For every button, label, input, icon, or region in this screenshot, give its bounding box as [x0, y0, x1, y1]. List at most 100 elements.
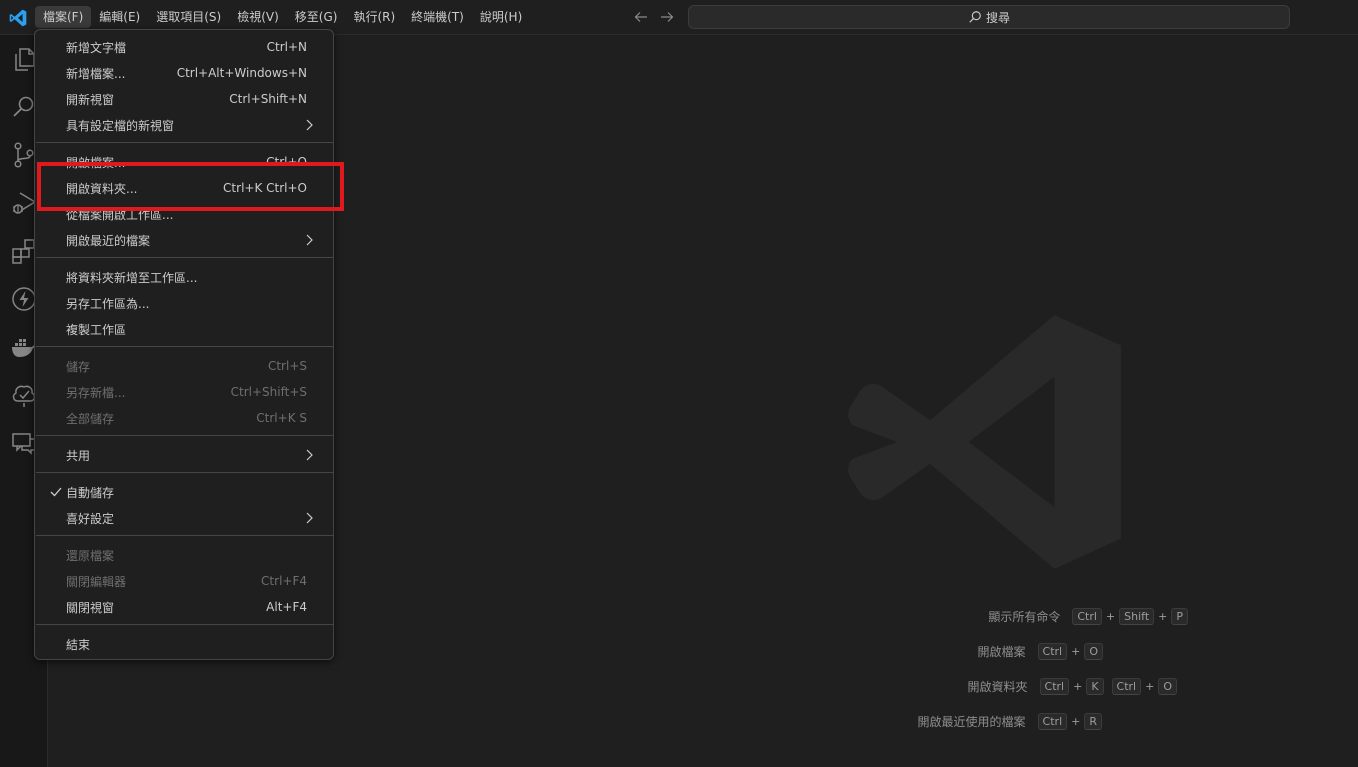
menu-separator	[36, 435, 333, 436]
menu-item-close-editor[interactable]: 關閉編輯器 Ctrl+F4	[39, 568, 329, 594]
vscode-watermark-icon	[848, 315, 1121, 569]
plus-sign: +	[1071, 644, 1081, 658]
menu-item-label: 自動儲存	[66, 485, 115, 500]
key: O	[1084, 642, 1103, 660]
menu-file[interactable]: 檔案(F)	[35, 6, 92, 28]
menu-item-label: 開啟最近的檔案	[66, 233, 151, 248]
shortcut-open-file: 開啟檔案 Ctrl + O	[978, 641, 1103, 661]
menu-item-label: 喜好設定	[66, 511, 115, 526]
menu-item-shortcut: Ctrl+F4	[261, 574, 307, 588]
menu-item-duplicate-workspace[interactable]: 複製工作區	[39, 316, 329, 342]
checkmark-icon	[50, 487, 62, 497]
menu-separator	[36, 346, 333, 347]
menu-separator	[36, 472, 333, 473]
plus-sign: +	[1073, 679, 1083, 693]
menu-item-revert-file[interactable]: 還原檔案	[39, 542, 329, 568]
menu-item-shortcut: Ctrl+K S	[256, 411, 307, 425]
menu-item-label: 關閉編輯器	[66, 574, 127, 589]
menu-item-preferences[interactable]: 喜好設定	[39, 505, 329, 531]
key: P	[1171, 607, 1188, 625]
search-icon	[969, 11, 981, 23]
menu-item-save-as[interactable]: 另存新檔... Ctrl+Shift+S	[39, 379, 329, 405]
plus-sign: +	[1071, 714, 1081, 728]
key: K	[1086, 677, 1104, 695]
menu-separator	[36, 624, 333, 625]
key: Shift	[1119, 607, 1155, 625]
menu-separator	[36, 142, 333, 143]
shortcut-label: 開啟資料夾	[967, 679, 1028, 694]
menu-separator	[36, 535, 333, 536]
menu-item-label: 儲存	[66, 359, 91, 374]
menu-separator	[36, 257, 333, 258]
menu-item-label: 新增文字檔	[66, 40, 127, 55]
key: Ctrl	[1111, 677, 1142, 695]
shortcut-show-commands: 顯示所有命令 Ctrl + Shift + P	[988, 606, 1188, 626]
file-menu-dropdown: 新增文字檔 Ctrl+N 新增檔案... Ctrl+Alt+Windows+N …	[34, 29, 334, 660]
menu-go[interactable]: 移至(G)	[287, 6, 346, 28]
shortcut-label: 開啟檔案	[977, 644, 1026, 659]
menu-run[interactable]: 執行(R)	[345, 6, 403, 28]
menu-item-shortcut: Ctrl+Shift+S	[230, 385, 307, 399]
menu-item-new-window-with-profile[interactable]: 具有設定檔的新視窗	[39, 112, 329, 138]
forward-arrow-icon[interactable]	[658, 8, 676, 26]
menu-item-shortcut: Alt+F4	[266, 600, 307, 614]
menu-item-label: 全部儲存	[66, 411, 115, 426]
menu-item-label: 共用	[66, 448, 91, 463]
shortcut-label: 開啟最近使用的檔案	[917, 714, 1026, 729]
key: Ctrl	[1037, 642, 1068, 660]
menu-item-new-text-file[interactable]: 新增文字檔 Ctrl+N	[39, 34, 329, 60]
menu-item-shortcut: Ctrl+Alt+Windows+N	[176, 66, 307, 80]
menu-terminal[interactable]: 終端機(T)	[403, 6, 472, 28]
key: R	[1084, 712, 1102, 730]
key: Ctrl	[1072, 607, 1102, 625]
menu-item-label: 還原檔案	[66, 548, 115, 563]
menu-item-shortcut: Ctrl+Shift+N	[229, 92, 307, 106]
shortcut-open-recent: 開啟最近使用的檔案 Ctrl + R	[918, 711, 1102, 731]
menu-item-label: 新增檔案...	[66, 66, 126, 81]
menu-item-share[interactable]: 共用	[39, 442, 329, 468]
menu-item-close-window[interactable]: 關閉視窗 Alt+F4	[39, 594, 329, 620]
search-label: 搜尋	[985, 10, 1010, 25]
key: Ctrl	[1037, 712, 1068, 730]
menu-item-label: 將資料夾新增至工作區...	[66, 270, 198, 285]
chevron-right-icon	[306, 512, 313, 524]
menu-item-save-workspace-as[interactable]: 另存工作區為...	[39, 290, 329, 316]
menu-item-shortcut: Ctrl+N	[266, 40, 307, 54]
plus-sign: +	[1145, 679, 1155, 693]
menu-edit[interactable]: 編輯(E)	[91, 6, 148, 28]
vscode-logo-icon[interactable]	[8, 8, 28, 28]
menu-item-label: 另存工作區為...	[66, 296, 150, 311]
menu-item-label: 開新視窗	[66, 92, 115, 107]
menu-item-label: 另存新檔...	[66, 385, 126, 400]
menu-help[interactable]: 說明(H)	[472, 6, 530, 28]
menu-item-new-file[interactable]: 新增檔案... Ctrl+Alt+Windows+N	[39, 60, 329, 86]
navigation-arrows	[632, 8, 676, 26]
highlight-box	[37, 162, 344, 211]
shortcut-label: 顯示所有命令	[988, 609, 1061, 624]
chevron-right-icon	[306, 234, 313, 246]
command-center-search[interactable]: 搜尋	[688, 5, 1290, 29]
menu-item-save-all[interactable]: 全部儲存 Ctrl+K S	[39, 405, 329, 431]
menu-item-new-window[interactable]: 開新視窗 Ctrl+Shift+N	[39, 86, 329, 112]
menu-item-label: 複製工作區	[66, 322, 127, 337]
chevron-right-icon	[306, 119, 313, 131]
menu-item-label: 具有設定檔的新視窗	[66, 118, 175, 133]
plus-sign: +	[1158, 609, 1168, 623]
menu-item-auto-save[interactable]: 自動儲存	[39, 479, 329, 505]
menu-selection[interactable]: 選取項目(S)	[148, 6, 229, 28]
plus-sign: +	[1105, 609, 1116, 623]
menu-item-save[interactable]: 儲存 Ctrl+S	[39, 353, 329, 379]
menu-item-open-recent[interactable]: 開啟最近的檔案	[39, 227, 329, 253]
menu-item-label: 關閉視窗	[66, 600, 115, 615]
chevron-right-icon	[306, 449, 313, 461]
shortcut-open-folder: 開啟資料夾 Ctrl + K Ctrl + O	[967, 676, 1177, 696]
menu-item-exit[interactable]: 結束	[39, 631, 329, 657]
menu-bar: 檔案(F) 編輯(E) 選取項目(S) 檢視(V) 移至(G) 執行(R) 終端…	[35, 6, 530, 28]
key: Ctrl	[1039, 677, 1070, 695]
key: O	[1158, 677, 1177, 695]
menu-item-label: 結束	[66, 637, 91, 652]
menu-item-shortcut: Ctrl+S	[267, 359, 307, 373]
menu-item-add-folder-to-workspace[interactable]: 將資料夾新增至工作區...	[39, 264, 329, 290]
menu-view[interactable]: 檢視(V)	[229, 6, 287, 28]
back-arrow-icon[interactable]	[632, 8, 650, 26]
